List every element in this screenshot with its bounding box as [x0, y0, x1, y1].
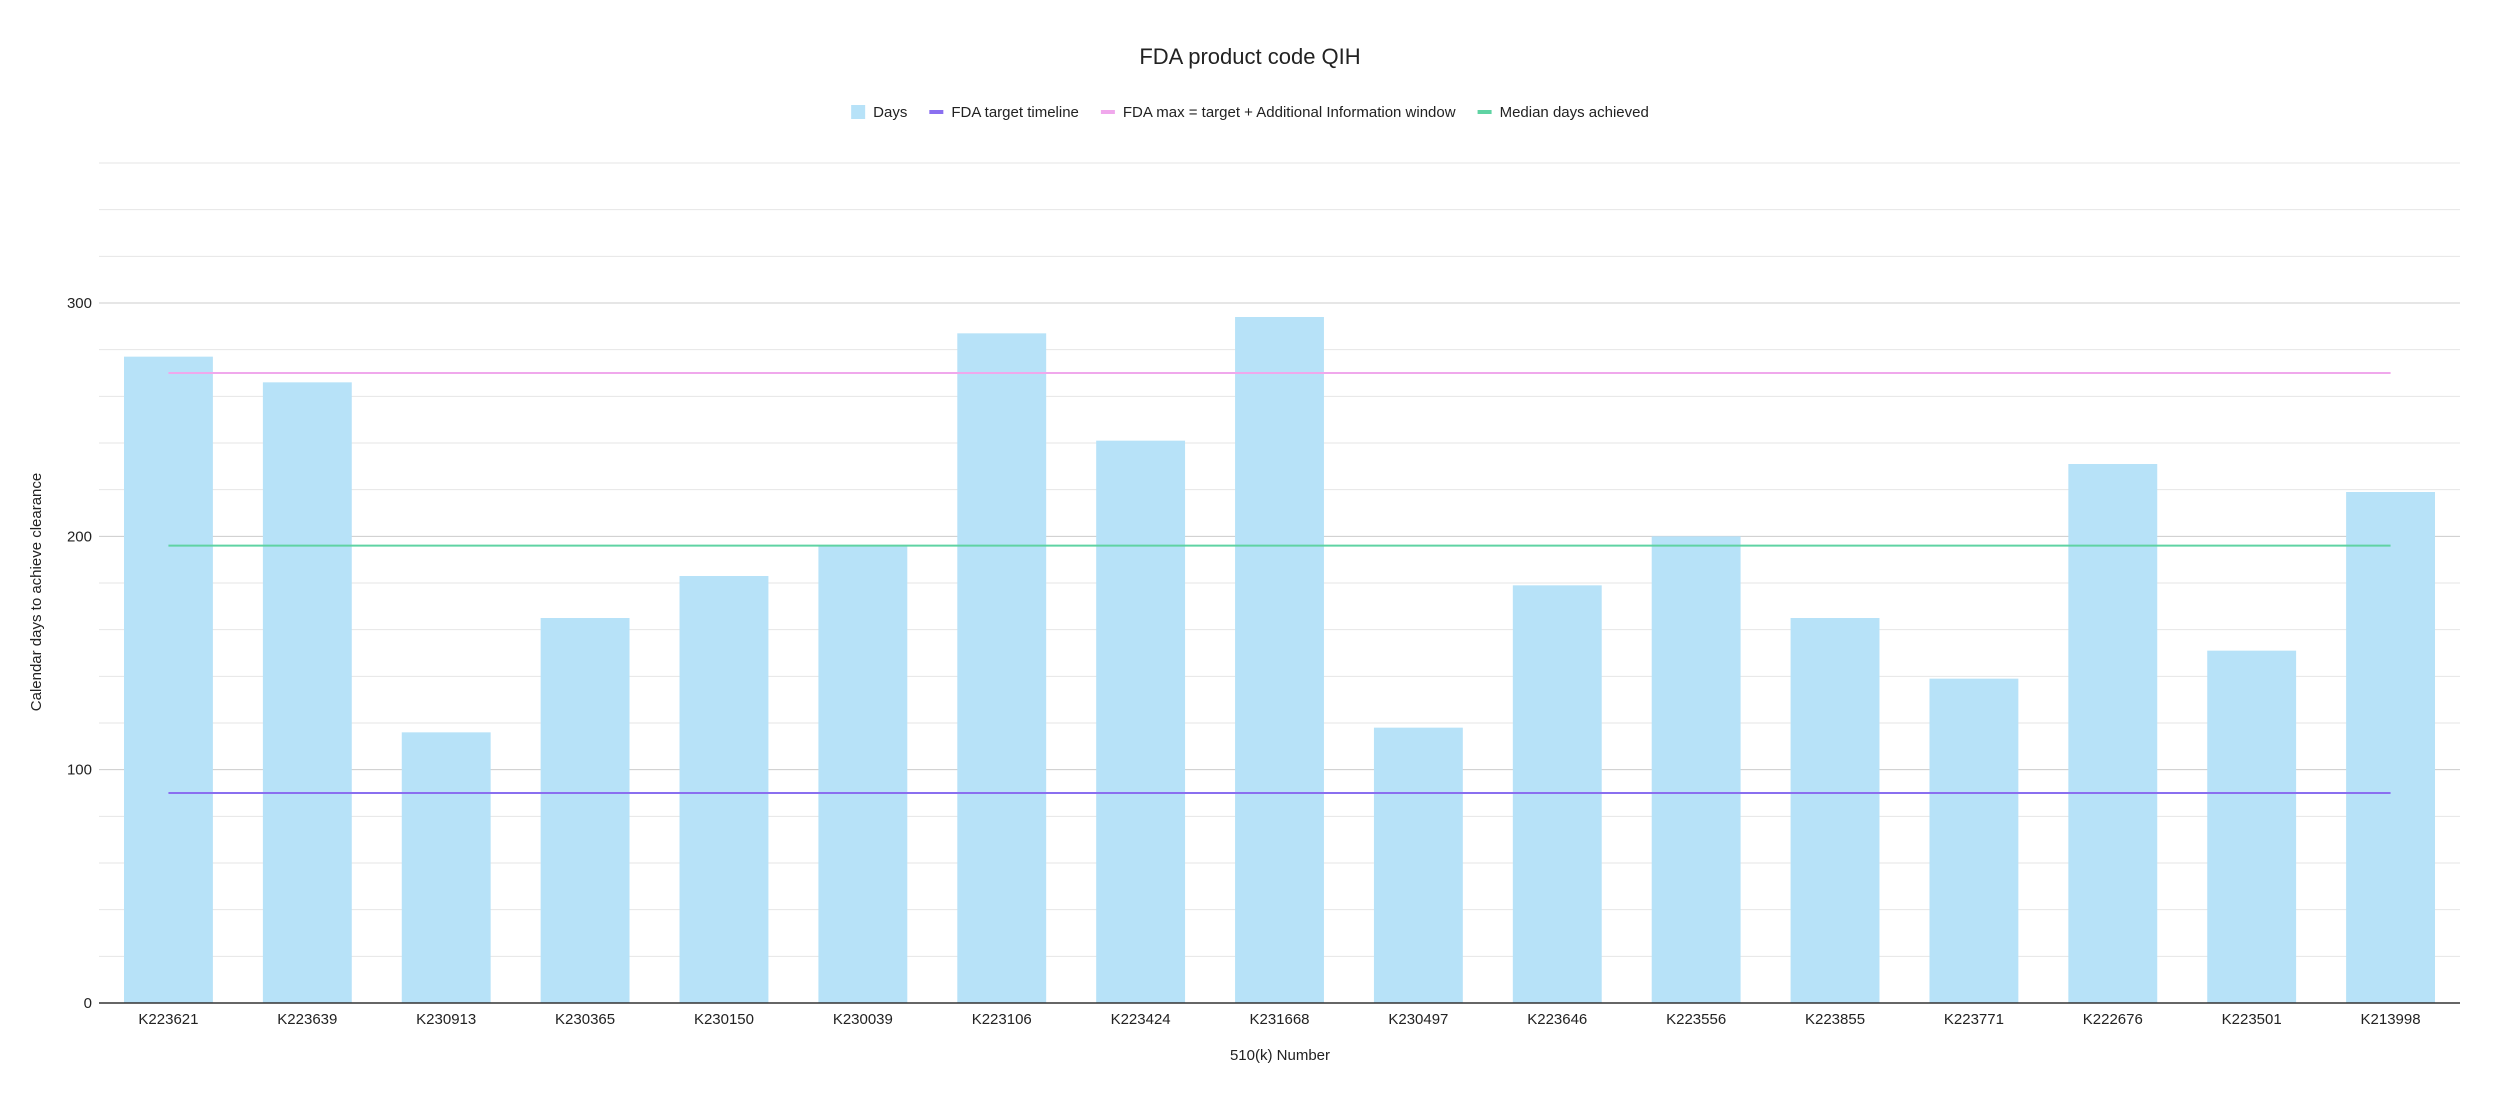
bar-K223771: [1929, 678, 2019, 1003]
x-tick-label: K223771: [1944, 1011, 2004, 1028]
x-axis: K223621 K223639 K230913 K230365 K230150 K2300…: [99, 1002, 2460, 1028]
x-tick-label: K230365: [555, 1011, 615, 1028]
legend-swatch-line: [929, 110, 944, 114]
legend-swatch-bar: [851, 105, 866, 119]
legend-swatch-line: [1477, 110, 1492, 114]
x-tick-label: K213998: [2361, 1011, 2421, 1028]
x-tick-label: K230039: [833, 1011, 893, 1028]
bar-K223855: [1790, 618, 1880, 1003]
legend-item: FDA max = target + Additional Informatio…: [1100, 104, 1456, 121]
x-tick-label: K223501: [2222, 1011, 2282, 1028]
x-tick-label: K230913: [416, 1011, 476, 1028]
y-tick-label: 100: [67, 762, 92, 779]
legend-label: FDA max = target + Additional Informatio…: [1123, 104, 1456, 121]
chart-container: FDA product code QIH Days FDA target time…: [0, 0, 2500, 1101]
bar-K223646: [1512, 585, 1602, 1003]
bar-K213998: [2346, 492, 2436, 1003]
legend-item: FDA target timeline: [929, 104, 1079, 121]
y-tick-label: 200: [67, 528, 92, 545]
legend-swatch-line: [1100, 110, 1115, 114]
x-tick-label: K223556: [1666, 1011, 1726, 1028]
legend-label: FDA target timeline: [951, 104, 1079, 121]
bar-K230150: [679, 576, 769, 1003]
bar-K223639: [262, 382, 352, 1003]
x-tick-label: K230150: [694, 1011, 754, 1028]
legend-item: Days: [851, 104, 907, 121]
bar-K223556: [1651, 536, 1741, 1003]
x-tick-label: K222676: [2083, 1011, 2143, 1028]
bar-K230039: [818, 545, 908, 1003]
x-tick-label: K223621: [138, 1011, 198, 1028]
bar-K223106: [957, 333, 1047, 1003]
legend: Days FDA target timeline FDA max = target …: [851, 104, 1649, 121]
bar-K223501: [2207, 650, 2297, 1003]
chart-title: FDA product code QIH: [1139, 44, 1360, 69]
x-tick-label: K231668: [1249, 1011, 1309, 1028]
bar-chart: FDA product code QIH Days FDA target time…: [28, 44, 2460, 1064]
y-tick-label: 300: [67, 295, 92, 312]
y-tick-label: 0: [84, 995, 92, 1012]
y-axis-title: Calendar days to achieve clearance: [28, 473, 45, 711]
bar-K231668: [1235, 317, 1324, 1003]
legend-label: Median days achieved: [1500, 104, 1649, 121]
x-axis-title: 510(k) Number: [1230, 1047, 1330, 1064]
bar-K230497: [1373, 727, 1463, 1003]
x-tick-label: K230497: [1388, 1011, 1448, 1028]
legend-label: Days: [873, 104, 907, 121]
y-axis: 0 100 200 300: [67, 295, 92, 1012]
bar-K223424: [1096, 440, 1186, 1004]
x-tick-label: K223639: [277, 1011, 337, 1028]
x-tick-label: K223106: [972, 1011, 1032, 1028]
bar-K230913: [401, 732, 491, 1003]
bar-K223621: [123, 356, 213, 1004]
x-tick-label: K223855: [1805, 1011, 1865, 1028]
x-tick-label: K223424: [1111, 1011, 1171, 1028]
bar-K230365: [540, 618, 630, 1003]
legend-item: Median days achieved: [1477, 104, 1649, 121]
bars-series-days: [123, 317, 2436, 1004]
x-tick-label: K223646: [1527, 1011, 1587, 1028]
